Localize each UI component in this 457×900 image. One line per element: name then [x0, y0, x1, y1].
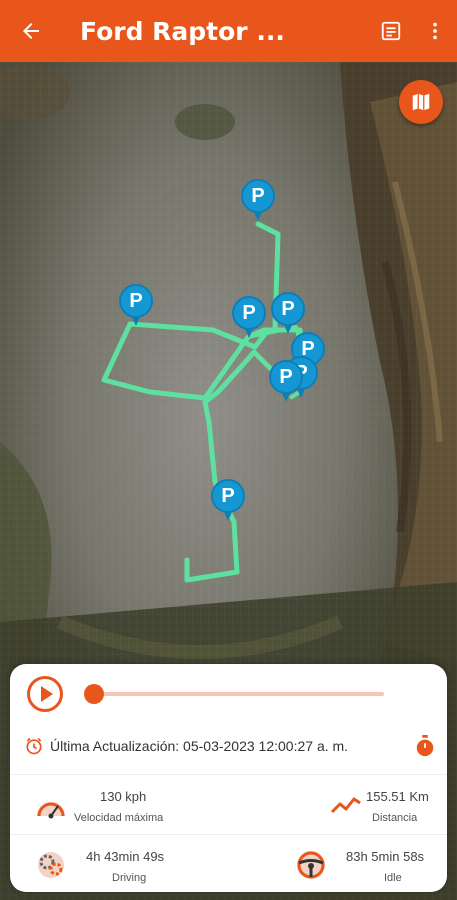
parking-marker[interactable]: P [232, 296, 266, 340]
more-options-button[interactable] [413, 0, 457, 62]
app-bar: Ford Raptor ... [0, 0, 457, 62]
parking-marker[interactable]: P [119, 284, 153, 328]
gears-icon [38, 852, 64, 878]
idle-time-label: Idle [384, 872, 402, 884]
back-button[interactable] [0, 0, 62, 62]
idle-time-stat: 83h 5min 58s Idle [236, 844, 436, 894]
idle-time-value: 83h 5min 58s [346, 849, 425, 864]
page-title: Ford Raptor ... [80, 16, 285, 46]
steering-wheel-icon [297, 851, 325, 879]
last-update-text: Última Actualización: 05-03-2023 12:00:2… [50, 738, 349, 754]
more-vert-icon [433, 22, 437, 40]
stopwatch-icon[interactable] [414, 734, 436, 758]
divider [10, 774, 447, 775]
play-button[interactable] [27, 676, 63, 712]
speedometer-icon [37, 802, 65, 819]
trip-summary-panel: Última Actualización: 05-03-2023 12:00:2… [10, 664, 447, 892]
distance-value: 155.51 Km [366, 789, 429, 804]
arrow-left-icon [23, 23, 39, 39]
article-icon [381, 21, 401, 41]
distance-label: Distancia [372, 812, 418, 824]
driving-time-value: 4h 43min 49s [86, 849, 165, 864]
driving-time-label: Driving [112, 872, 147, 884]
parking-marker[interactable]: P [269, 360, 303, 404]
last-update-row: Última Actualización: 05-03-2023 12:00:2… [24, 734, 436, 758]
divider [10, 834, 447, 835]
parking-marker[interactable]: P [211, 479, 245, 523]
parking-marker[interactable]: P [241, 179, 275, 223]
driving-time-stat: 4h 43min 49s Driving [24, 844, 224, 894]
max-speed-value: 130 kph [100, 789, 147, 804]
trend-line-icon [330, 797, 361, 814]
max-speed-label: Velocidad máxima [74, 812, 164, 824]
clock-refresh-icon [26, 737, 42, 755]
playback-slider-thumb[interactable] [84, 684, 104, 704]
parking-marker[interactable]: P [271, 292, 305, 336]
map-type-button[interactable] [399, 80, 443, 124]
max-speed-stat: 130 kph Velocidad máxima [24, 784, 224, 834]
map-icon [412, 93, 430, 111]
distance-stat: 155.51 Km Distancia [236, 784, 436, 834]
play-icon [40, 686, 53, 702]
playback-slider-track[interactable] [94, 692, 384, 696]
report-button[interactable] [369, 0, 413, 62]
